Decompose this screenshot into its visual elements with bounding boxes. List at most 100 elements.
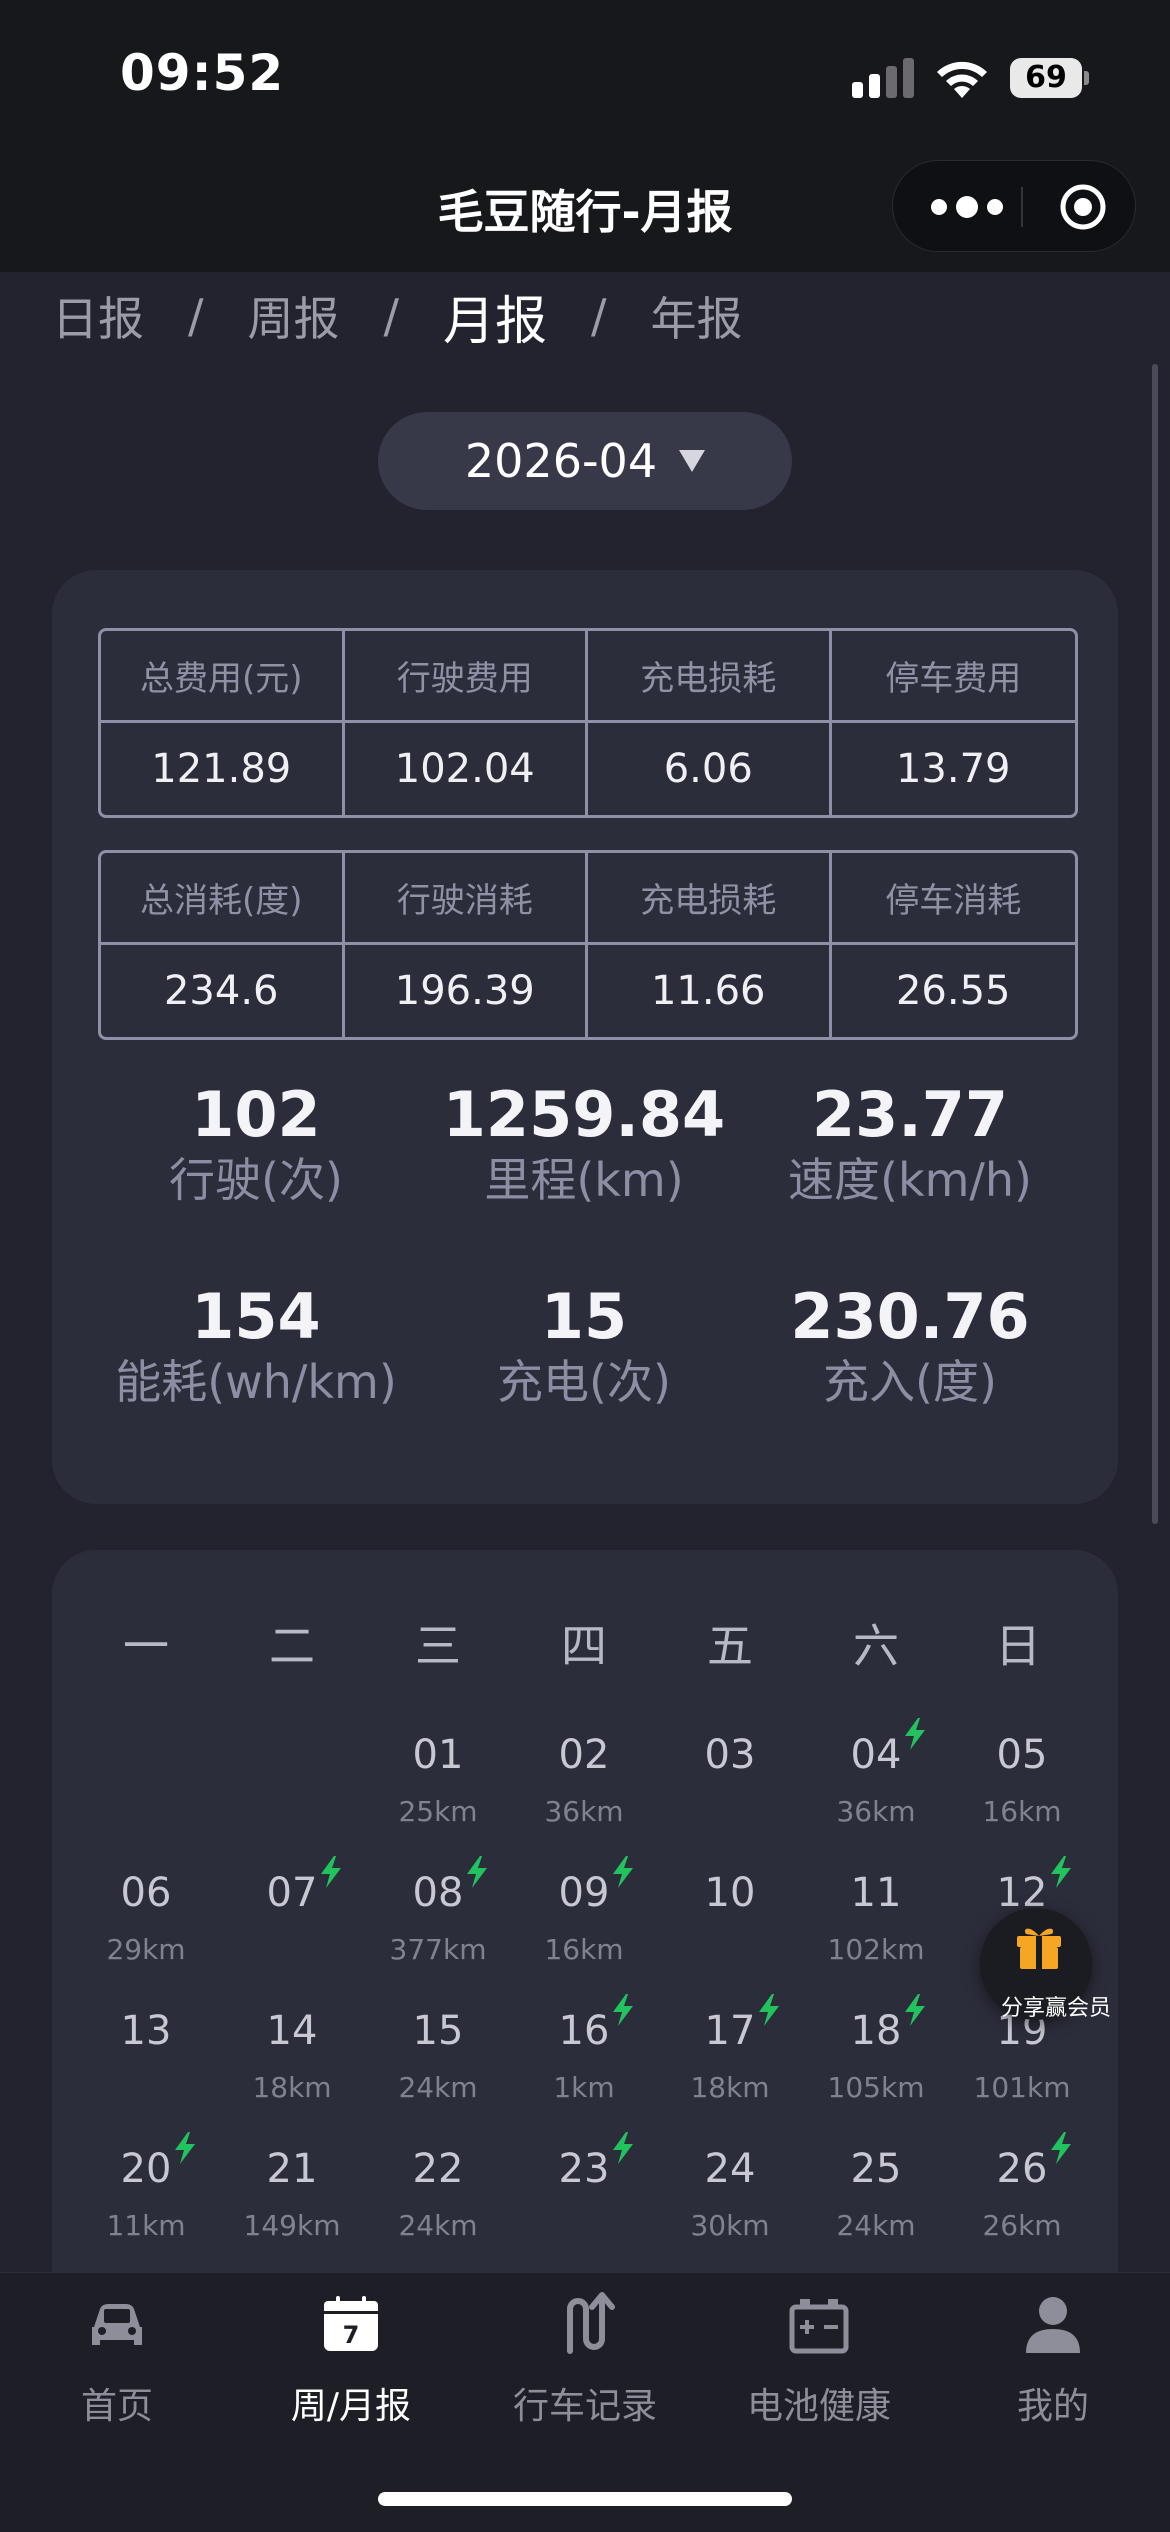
weekday-label: 四 [561, 1619, 607, 1673]
stat-label: 行驶(次) [169, 1153, 343, 1207]
day-distance: 26km [982, 2209, 1062, 2242]
table-header: 行驶费用 [344, 631, 588, 723]
day-number: 16 [559, 1994, 634, 2056]
table-cell: 11.66 [588, 945, 832, 1037]
calendar-day[interactable]: 09 16km [514, 1856, 654, 1970]
charge-bolt-icon [759, 1994, 780, 2026]
day-number: 08 [413, 1856, 488, 1918]
calendar-day[interactable]: 21 149km [222, 2144, 362, 2246]
day-number: 05 [996, 1732, 1048, 1778]
calendar-day[interactable]: 04 36km [806, 1718, 946, 1832]
table-header: 总消耗(度) [101, 853, 345, 945]
charge-bolt-icon [905, 1994, 926, 2026]
tab-daily[interactable]: 日报 [52, 283, 144, 349]
tabbar-item-battery[interactable]: 电池健康 [702, 2291, 936, 2429]
charge-bolt-icon [467, 1856, 488, 1888]
day-distance: 36km [836, 1795, 916, 1828]
calendar-day[interactable]: 08 377km [368, 1856, 508, 1970]
calendar-day[interactable]: 17 18km [660, 1994, 800, 2108]
more-icon[interactable] [927, 191, 1007, 223]
calendar-day[interactable]: 16 1km [514, 1994, 654, 2108]
stat-charged-energy: 230.76 充入(度) [740, 1282, 1080, 1412]
energy-table: 总消耗(度) 行驶消耗 充电损耗 停车消耗 234.6 196.39 11.66… [98, 850, 1078, 1040]
scrollbar[interactable] [1152, 364, 1158, 1524]
calendar-day[interactable]: 26 26km [952, 2132, 1092, 2246]
weekday-label: 二 [269, 1619, 315, 1673]
calendar-badge: 7 [343, 2321, 360, 2349]
table-cell: 26.55 [895, 968, 1011, 1014]
calendar-day[interactable]: 24 30km [660, 2144, 800, 2246]
weekday-label: 日 [995, 1619, 1041, 1673]
calendar-day[interactable]: 03 [660, 1730, 800, 1792]
tab-weekly[interactable]: 周报 [248, 283, 340, 349]
calendar-day[interactable]: 20 11km [76, 2132, 216, 2246]
day-number: 17 [705, 1994, 780, 2056]
day-number: 15 [412, 2008, 464, 2054]
stat-charges: 15 充电(次) [414, 1282, 754, 1412]
tabbar-item-profile[interactable]: 我的 [936, 2291, 1170, 2429]
calendar-icon: 7 [324, 2296, 378, 2351]
tabbar-item-home[interactable]: 首页 [0, 2291, 234, 2429]
charge-bolt-icon [175, 2132, 196, 2164]
calendar-day[interactable]: 01 25km [368, 1730, 508, 1832]
calendar-day[interactable]: 05 16km [952, 1730, 1092, 1832]
stat-value: 230.76 [790, 1280, 1030, 1353]
table-cell: 6.06 [588, 723, 832, 815]
day-distance: 16km [982, 1795, 1062, 1828]
weekday-label: 五 [707, 1619, 753, 1673]
tab-monthly[interactable]: 月报 [443, 279, 547, 354]
calendar-day[interactable]: 02 36km [514, 1730, 654, 1832]
stat-label: 里程(km) [484, 1153, 684, 1207]
charge-bolt-icon [613, 2132, 634, 2164]
stat-label: 能耗(wh/km) [115, 1355, 397, 1409]
close-miniprogram-icon[interactable] [1059, 183, 1107, 231]
calendar-day[interactable]: 06 29km [76, 1868, 216, 1970]
stat-label: 充电(次) [497, 1355, 671, 1409]
cost-table: 总费用(元) 行驶费用 充电损耗 停车费用 121.89 102.04 6.06… [98, 628, 1078, 818]
day-distance: 30km [690, 2209, 770, 2242]
month-selector[interactable]: 2026-04 [378, 412, 792, 510]
calendar-day[interactable]: 07 [222, 1856, 362, 1930]
table-cell: 234.6 [101, 945, 345, 1037]
day-number: 26 [997, 2132, 1072, 2194]
tabbar-item-reports[interactable]: 7 周/月报 [234, 2291, 468, 2429]
table-cell: 102.04 [345, 723, 588, 815]
summary-card: 总费用(元) 行驶费用 充电损耗 停车费用 121.89 102.04 6.06… [52, 570, 1118, 1504]
table-cell: 13.79 [895, 746, 1011, 792]
day-number: 10 [704, 1870, 756, 1916]
weekday-label: 三 [415, 1619, 461, 1673]
stat-value: 1259.84 [442, 1078, 726, 1151]
day-number: 21 [266, 2146, 318, 2192]
calendar-day[interactable]: 23 [514, 2132, 654, 2206]
day-distance: 1km [553, 2071, 615, 2104]
calendar-day[interactable]: 11 102km [806, 1868, 946, 1970]
stat-value: 15 [540, 1280, 628, 1353]
table-header: 停车消耗 [831, 853, 1075, 945]
day-number: 22 [412, 2146, 464, 2192]
tab-yearly[interactable]: 年报 [651, 283, 743, 349]
calendar-day[interactable]: 25 24km [806, 2144, 946, 2246]
calendar-day[interactable]: 14 18km [222, 2006, 362, 2108]
day-distance: 377km [389, 1933, 487, 1966]
calendar-day[interactable]: 15 24km [368, 2006, 508, 2108]
day-number: 07 [267, 1856, 342, 1918]
table-header: 总费用(元) [101, 631, 345, 723]
day-distance: 25km [398, 1795, 478, 1828]
day-distance: 16km [544, 1933, 624, 1966]
person-icon [1026, 2297, 1080, 2353]
home-indicator[interactable] [378, 2492, 792, 2506]
tabbar-label: 行车记录 [512, 2386, 657, 2427]
day-number: 14 [266, 2008, 318, 2054]
day-distance: 18km [690, 2071, 770, 2104]
screen: { "status_bar": { "time": "09:52", "batt… [0, 0, 1170, 2532]
calendar-day[interactable]: 13 [76, 2006, 216, 2068]
month-value: 2026-04 [464, 434, 658, 488]
charge-bolt-icon [905, 1718, 926, 1750]
charge-bolt-icon [1051, 2132, 1072, 2164]
calendar-day[interactable]: 22 24km [368, 2144, 508, 2246]
tabbar-item-trips[interactable]: 行车记录 [468, 2291, 702, 2429]
calendar-day[interactable]: 10 [660, 1868, 800, 1930]
calendar-day[interactable]: 18 105km [806, 1994, 946, 2108]
stat-label: 速度(km/h) [788, 1153, 1032, 1207]
day-number: 01 [412, 1732, 464, 1778]
